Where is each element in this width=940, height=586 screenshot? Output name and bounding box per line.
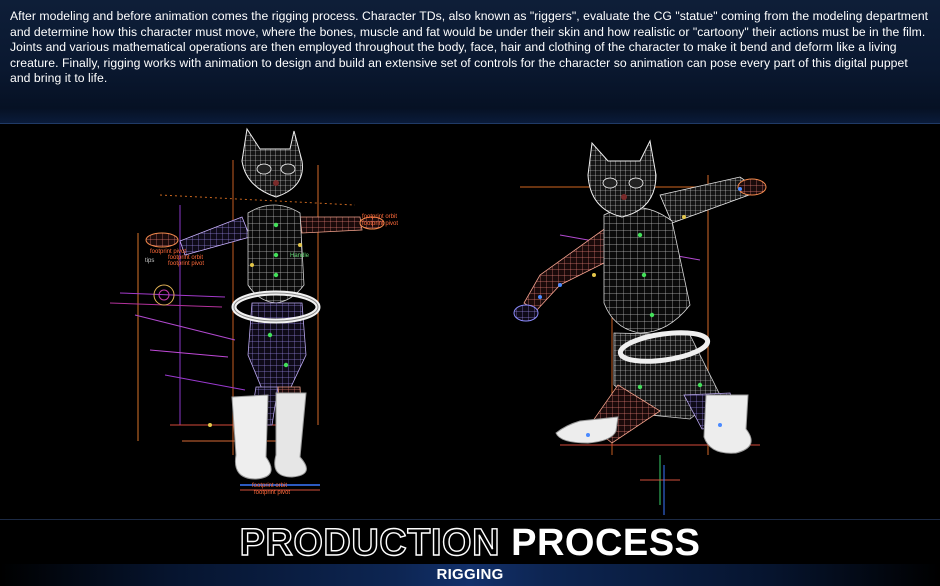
title-outline-word: PRODUCTION — [239, 521, 501, 564]
banner-divider — [0, 519, 940, 520]
rig-label: footprint pivot — [362, 221, 398, 227]
rig-label: footprint orbit — [362, 214, 397, 220]
intro-paragraph: After modeling and before animation come… — [10, 9, 929, 86]
right-cat-rig — [513, 139, 767, 515]
section-subtitle: RIGGING — [436, 566, 504, 583]
rig-label: footprint pivot — [254, 490, 290, 496]
title-solid-word: PROCESS — [511, 522, 701, 564]
production-banner: PRODUCTION PROCESS RIGGING — [0, 519, 940, 586]
banner-title: PRODUCTION PROCESS — [0, 521, 940, 564]
rigging-viewport: footprint pivot footprint orbit footprin… — [0, 125, 940, 519]
rig-label: Handle — [290, 253, 310, 259]
rig-label: tips — [145, 258, 154, 264]
left-cat-rig: footprint pivot footprint orbit footprin… — [109, 127, 398, 496]
rig-label: footprint pivot — [168, 261, 204, 267]
production-process-page: After modeling and before animation come… — [0, 0, 940, 586]
intro-panel: After modeling and before animation come… — [0, 0, 940, 124]
rig-render: footprint pivot footprint orbit footprin… — [109, 127, 767, 515]
section-subtitle-bar: RIGGING — [0, 564, 940, 586]
rig-label: footprint orbit — [252, 483, 287, 489]
